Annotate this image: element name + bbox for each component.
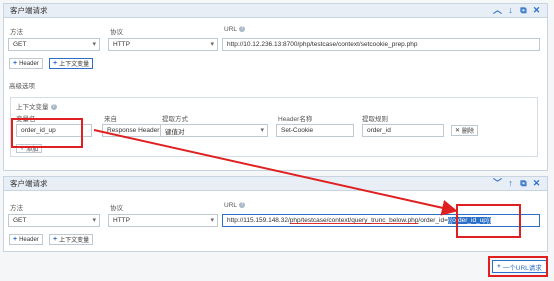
panel-header: 客户端请求 ﹀ ↑ ⧉ ✕ <box>4 177 547 191</box>
col-rule: 提取规则 <box>362 116 388 123</box>
close-icon[interactable]: ✕ <box>532 179 541 188</box>
advanced-options-label: 高级选项 <box>9 83 35 90</box>
panel-header: 客户端请求 ︿ ↓ ⧉ ✕ <box>4 4 547 18</box>
rule-input[interactable]: order_id <box>362 124 444 137</box>
protocol-select[interactable]: HTTP <box>108 214 218 227</box>
plus-icon: + <box>20 145 25 152</box>
add-row-button[interactable]: + 添加 <box>16 144 43 153</box>
chevron-up-icon[interactable]: ︿ <box>493 6 502 15</box>
plus-icon: + <box>53 60 58 67</box>
context-section-title: 上下文变量? <box>16 104 57 111</box>
col-extract: 提取方式 <box>162 116 188 123</box>
plus-icon: + <box>13 60 18 67</box>
add-header-button[interactable]: + Header <box>9 234 43 245</box>
selected-var-text: {{order_id_up}} <box>447 217 492 224</box>
col-header-name: Header名称 <box>278 116 313 123</box>
protocol-label: 协议 <box>110 29 123 36</box>
info-icon: ? <box>239 202 246 209</box>
url-label: URL? <box>224 26 246 33</box>
arrow-up-icon[interactable]: ↑ <box>506 179 515 188</box>
copy-icon[interactable]: ⧉ <box>519 6 528 15</box>
method-select[interactable]: GET <box>8 38 100 51</box>
method-label: 方法 <box>10 29 23 36</box>
close-icon: ✕ <box>455 128 461 134</box>
plus-icon: + <box>53 236 58 243</box>
add-context-var-button[interactable]: + 上下文变量 <box>49 58 94 69</box>
col-source: 来自 <box>104 116 117 123</box>
var-name-input[interactable]: order_id_up <box>16 124 92 137</box>
copy-icon[interactable]: ⧉ <box>519 179 528 188</box>
plus-icon: + <box>497 263 501 270</box>
protocol-select[interactable]: HTTP <box>108 38 218 51</box>
method-select[interactable]: GET <box>8 214 100 227</box>
arrow-down-icon[interactable]: ↓ <box>506 6 515 15</box>
info-icon: ? <box>239 26 246 33</box>
add-header-button[interactable]: + Header <box>9 58 43 69</box>
panel-title: 客户端请求 <box>10 179 48 188</box>
header-name-input[interactable]: Set-Cookie <box>276 124 354 137</box>
panel-title: 客户端请求 <box>10 6 48 15</box>
url-label: URL? <box>224 202 246 209</box>
plus-icon: + <box>13 236 18 243</box>
protocol-label: 协议 <box>110 205 123 212</box>
method-label: 方法 <box>10 205 23 212</box>
add-context-var-button[interactable]: + 上下文变量 <box>49 234 94 245</box>
close-icon[interactable]: ✕ <box>532 6 541 15</box>
extract-select[interactable]: 键值对 <box>160 124 268 137</box>
delete-button[interactable]: ✕ 删除 <box>451 125 479 136</box>
chevron-down-icon[interactable]: ﹀ <box>493 179 502 188</box>
url-input[interactable]: http://10.12.236.13:8700/php/testcase/co… <box>222 38 540 51</box>
add-url-request-button[interactable]: + 一个URL请求 <box>492 260 547 273</box>
url-input[interactable]: http://115.159.148.32/php/testcase/conte… <box>222 214 540 227</box>
col-var-name: 变量名 <box>16 116 36 123</box>
info-icon: ? <box>50 104 57 111</box>
